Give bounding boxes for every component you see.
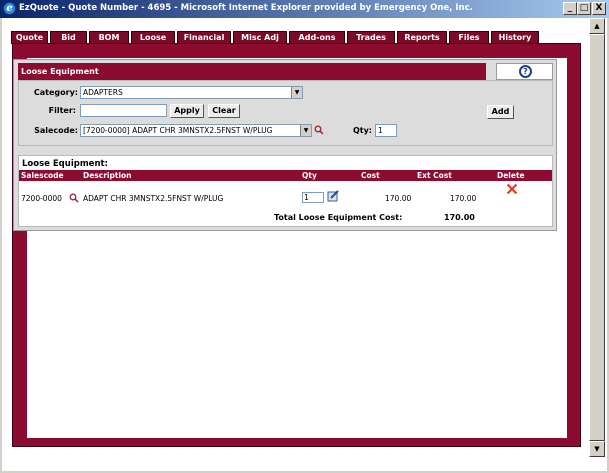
- search-icon[interactable]: [69, 193, 79, 203]
- col-description: Description: [83, 171, 132, 180]
- results-panel: Loose Equipment: Salescode Description Q…: [18, 155, 553, 227]
- loose-equipment-section: Loose Equipment ? Category: ADAPTERS ▼ F…: [13, 59, 557, 231]
- minimize-button[interactable]: _: [563, 2, 577, 15]
- help-box: ?: [496, 63, 553, 80]
- apply-button[interactable]: Apply: [170, 104, 204, 118]
- qty-label: Qty:: [352, 126, 372, 135]
- help-icon[interactable]: ?: [519, 65, 532, 78]
- search-icon[interactable]: [314, 125, 324, 135]
- qty-input[interactable]: 1: [375, 124, 397, 137]
- vertical-scrollbar[interactable]: ▲ ▼: [589, 18, 605, 457]
- total-value: 170.00: [444, 213, 475, 222]
- row-ext-cost: 170.00: [450, 194, 477, 203]
- category-select[interactable]: ADAPTERS ▼: [80, 86, 303, 99]
- edit-icon[interactable]: [327, 189, 340, 202]
- total-row: Total Loose Equipment Cost: 170.00: [19, 213, 552, 225]
- row-cost: 170.00: [385, 194, 412, 203]
- clear-button[interactable]: Clear: [208, 104, 240, 118]
- maximize-button[interactable]: □: [577, 2, 591, 15]
- scroll-up-button[interactable]: ▲: [589, 18, 605, 34]
- filter-input[interactable]: [80, 104, 167, 117]
- col-cost: Cost: [361, 171, 380, 180]
- chevron-down-icon[interactable]: ▼: [291, 87, 302, 98]
- row-salescode: 7200-0000: [21, 194, 62, 203]
- salecode-select[interactable]: [7200-0000] ADAPT CHR 3MNSTX2.5FNST W/PL…: [80, 124, 312, 137]
- delete-icon[interactable]: [506, 183, 518, 195]
- window-titlebar: e EzQuote - Quote Number - 4695 - Micros…: [0, 0, 609, 18]
- row-description: ADAPT CHR 3MNSTX2.5FNST W/PLUG: [83, 194, 224, 203]
- filter-panel: Category: ADAPTERS ▼ Filter: Apply Clear…: [18, 80, 553, 146]
- scroll-thumb[interactable]: [589, 34, 605, 441]
- total-label: Total Loose Equipment Cost:: [274, 213, 403, 222]
- filter-label: Filter:: [48, 106, 76, 115]
- close-button[interactable]: X: [592, 2, 606, 15]
- col-salescode: Salescode: [21, 171, 64, 180]
- salecode-label: Salecode:: [34, 126, 78, 135]
- window-title: EzQuote - Quote Number - 4695 - Microsof…: [19, 3, 473, 13]
- ie-icon: e: [3, 2, 16, 15]
- row-qty-input[interactable]: 1: [302, 192, 324, 203]
- results-title: Loose Equipment:: [22, 159, 108, 169]
- scroll-down-button[interactable]: ▼: [589, 441, 605, 457]
- section-title: Loose Equipment: [18, 63, 486, 80]
- table-row: 7200-0000 ADAPT CHR 3MNSTX2.5FNST W/PLUG…: [19, 182, 552, 210]
- table-header: Salescode Description Qty Cost Ext Cost …: [19, 170, 552, 181]
- salecode-value: [7200-0000] ADAPT CHR 3MNSTX2.5FNST W/PL…: [83, 126, 273, 135]
- col-qty: Qty: [302, 171, 317, 180]
- add-button[interactable]: Add: [487, 105, 514, 119]
- category-label: Category:: [33, 88, 78, 97]
- col-delete: Delete: [497, 171, 525, 180]
- chevron-down-icon[interactable]: ▼: [300, 125, 311, 136]
- category-value: ADAPTERS: [83, 88, 123, 97]
- col-ext-cost: Ext Cost: [417, 171, 452, 180]
